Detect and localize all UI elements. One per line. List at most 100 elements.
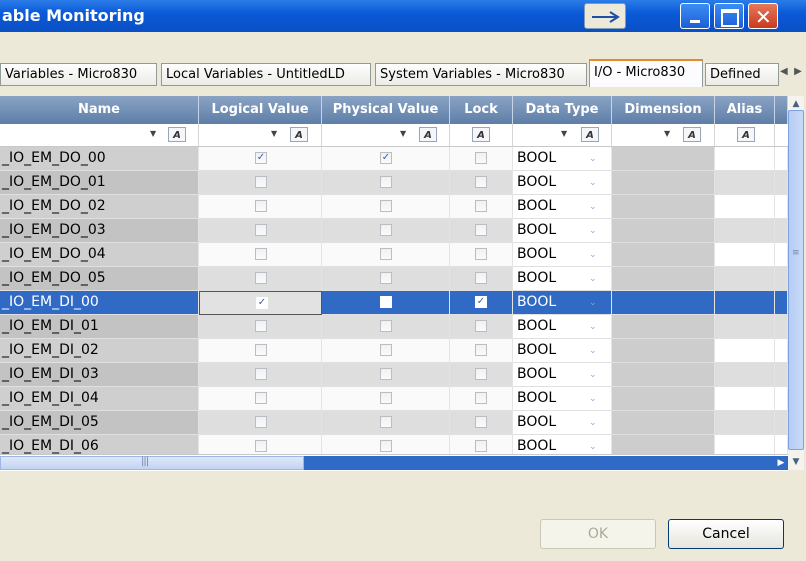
chevron-down-icon[interactable]: ⌄ bbox=[589, 364, 597, 387]
physical-value-checkbox[interactable] bbox=[380, 248, 392, 260]
dimension-cell[interactable] bbox=[612, 195, 715, 219]
maximize-button[interactable] bbox=[714, 3, 744, 29]
variable-name-cell[interactable]: _IO_EM_DO_03 bbox=[0, 219, 199, 243]
physical-value-cell[interactable] bbox=[322, 435, 450, 454]
data-type-cell[interactable]: BOOL ⌄ bbox=[513, 315, 612, 339]
table-row[interactable]: _IO_EM_DI_06 BOOL ⌄ bbox=[0, 435, 788, 454]
logical-value-cell[interactable] bbox=[199, 435, 322, 454]
physical-value-cell[interactable] bbox=[322, 411, 450, 435]
chevron-down-icon[interactable]: ⌄ bbox=[589, 316, 597, 339]
chevron-down-icon[interactable]: ⌄ bbox=[589, 340, 597, 363]
table-row[interactable]: _IO_EM_DI_00 ✓ ✓ BOOL ⌄ bbox=[0, 291, 788, 315]
physical-value-cell[interactable]: ✓ bbox=[322, 147, 450, 171]
logical-value-checkbox[interactable] bbox=[255, 176, 267, 188]
data-type-cell[interactable]: BOOL ⌄ bbox=[513, 219, 612, 243]
logical-value-checkbox[interactable]: ✓ bbox=[255, 152, 267, 164]
dropdown-arrow-icon[interactable]: ▼ bbox=[664, 129, 670, 138]
logical-value-cell[interactable] bbox=[199, 387, 322, 411]
horizontal-scrollbar[interactable]: ||| ▶ bbox=[0, 454, 788, 471]
chevron-right-icon[interactable]: ▶ bbox=[794, 66, 802, 77]
lock-checkbox[interactable] bbox=[475, 416, 487, 428]
logical-value-checkbox[interactable] bbox=[255, 248, 267, 260]
column-header-name[interactable]: Name bbox=[0, 96, 199, 124]
lock-cell[interactable] bbox=[450, 339, 513, 363]
variable-name-cell[interactable]: _IO_EM_DI_05 bbox=[0, 411, 199, 435]
logical-value-checkbox[interactable] bbox=[255, 224, 267, 236]
lock-cell[interactable] bbox=[450, 315, 513, 339]
dropdown-arrow-icon[interactable]: ▼ bbox=[400, 129, 406, 138]
logical-value-cell[interactable] bbox=[199, 267, 322, 291]
tab-io[interactable]: I/O - Micro830 bbox=[589, 59, 703, 87]
dropdown-arrow-icon[interactable]: ▼ bbox=[271, 129, 277, 138]
scroll-down-icon[interactable]: ▼ bbox=[788, 454, 804, 470]
dropdown-arrow-icon[interactable]: ▼ bbox=[561, 129, 567, 138]
tab-scroll-arrows[interactable]: ◀ ▶ bbox=[780, 66, 806, 84]
physical-value-cell[interactable] bbox=[322, 387, 450, 411]
tab-defined[interactable]: Defined bbox=[705, 63, 779, 86]
filter-icon[interactable]: A bbox=[737, 127, 755, 142]
dimension-cell[interactable] bbox=[612, 171, 715, 195]
data-type-cell[interactable]: BOOL ⌄ bbox=[513, 147, 612, 171]
filter-alias[interactable]: A bbox=[715, 124, 775, 146]
alias-cell[interactable] bbox=[715, 339, 775, 363]
chevron-down-icon[interactable]: ⌄ bbox=[589, 412, 597, 435]
variable-name-cell[interactable]: _IO_EM_DO_04 bbox=[0, 243, 199, 267]
lock-cell[interactable] bbox=[450, 435, 513, 454]
logical-value-checkbox[interactable] bbox=[255, 416, 267, 428]
tab-system-variables[interactable]: System Variables - Micro830 bbox=[375, 63, 587, 86]
column-header-alias[interactable]: Alias bbox=[715, 96, 775, 124]
dimension-cell[interactable] bbox=[612, 243, 715, 267]
table-row[interactable]: _IO_EM_DI_02 BOOL ⌄ bbox=[0, 339, 788, 363]
physical-value-cell[interactable] bbox=[322, 291, 450, 315]
table-row[interactable]: _IO_EM_DO_05 BOOL ⌄ bbox=[0, 267, 788, 291]
filter-name[interactable]: ▼ A bbox=[0, 124, 199, 146]
variable-name-cell[interactable]: _IO_EM_DO_01 bbox=[0, 171, 199, 195]
lock-cell[interactable] bbox=[450, 411, 513, 435]
physical-value-cell[interactable] bbox=[322, 339, 450, 363]
vertical-scrollbar[interactable]: ▲ ≡ ▼ bbox=[788, 96, 804, 470]
logical-value-cell[interactable] bbox=[199, 219, 322, 243]
lock-checkbox[interactable] bbox=[475, 320, 487, 332]
logical-value-checkbox[interactable] bbox=[255, 320, 267, 332]
filter-icon[interactable]: A bbox=[683, 127, 701, 142]
dimension-cell[interactable] bbox=[612, 387, 715, 411]
lock-checkbox[interactable] bbox=[475, 392, 487, 404]
filter-logical-value[interactable]: ▼ A bbox=[199, 124, 322, 146]
logical-value-checkbox[interactable] bbox=[255, 368, 267, 380]
tab-local-variables[interactable]: Local Variables - UntitledLD bbox=[161, 63, 371, 86]
table-row[interactable]: _IO_EM_DO_04 BOOL ⌄ bbox=[0, 243, 788, 267]
alias-cell[interactable] bbox=[715, 363, 775, 387]
alias-cell[interactable] bbox=[715, 147, 775, 171]
alias-cell[interactable] bbox=[715, 171, 775, 195]
lock-checkbox[interactable] bbox=[475, 176, 487, 188]
table-row[interactable]: _IO_EM_DO_00 ✓ ✓ BOOL ⌄ bbox=[0, 147, 788, 171]
horizontal-scroll-thumb[interactable]: ||| bbox=[0, 456, 304, 470]
dimension-cell[interactable] bbox=[612, 147, 715, 171]
data-type-cell[interactable]: BOOL ⌄ bbox=[513, 411, 612, 435]
lock-cell[interactable] bbox=[450, 267, 513, 291]
physical-value-checkbox[interactable] bbox=[380, 320, 392, 332]
variable-name-cell[interactable]: _IO_EM_DO_02 bbox=[0, 195, 199, 219]
filter-icon[interactable]: A bbox=[168, 127, 186, 142]
logical-value-checkbox[interactable]: ✓ bbox=[256, 297, 268, 309]
physical-value-checkbox[interactable] bbox=[380, 368, 392, 380]
physical-value-checkbox[interactable] bbox=[380, 416, 392, 428]
logical-value-checkbox[interactable] bbox=[255, 272, 267, 284]
lock-cell[interactable] bbox=[450, 195, 513, 219]
physical-value-checkbox[interactable] bbox=[380, 344, 392, 356]
logical-value-cell[interactable] bbox=[199, 195, 322, 219]
physical-value-cell[interactable] bbox=[322, 363, 450, 387]
physical-value-cell[interactable] bbox=[322, 171, 450, 195]
variable-name-cell[interactable]: _IO_EM_DI_03 bbox=[0, 363, 199, 387]
variable-name-cell[interactable]: _IO_EM_DO_00 bbox=[0, 147, 199, 171]
variable-name-cell[interactable]: _IO_EM_DI_06 bbox=[0, 435, 199, 454]
filter-data-type[interactable]: ▼ A bbox=[513, 124, 612, 146]
physical-value-cell[interactable] bbox=[322, 195, 450, 219]
alias-cell[interactable] bbox=[715, 435, 775, 454]
dimension-cell[interactable] bbox=[612, 315, 715, 339]
logical-value-cell[interactable] bbox=[199, 411, 322, 435]
variable-name-cell[interactable]: _IO_EM_DI_02 bbox=[0, 339, 199, 363]
filter-dimension[interactable]: ▼ A bbox=[612, 124, 715, 146]
logical-value-cell[interactable]: ✓ bbox=[199, 291, 322, 315]
physical-value-cell[interactable] bbox=[322, 243, 450, 267]
